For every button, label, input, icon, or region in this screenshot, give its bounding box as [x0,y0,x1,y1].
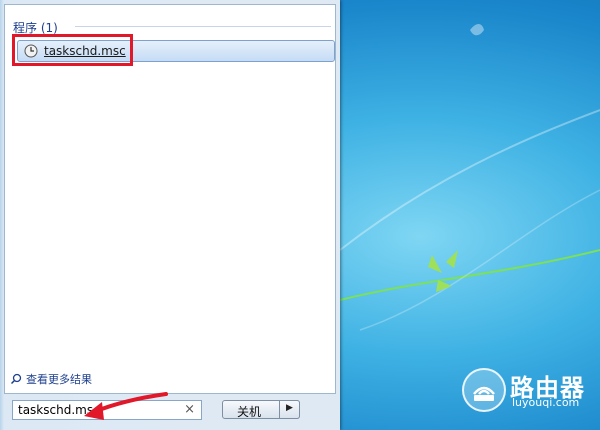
red-arrow-annotation [84,392,168,420]
group-divider [75,26,331,27]
see-more-results-link[interactable]: 查看更多结果 [10,371,92,387]
arrow-right-icon: ▶ [286,403,293,413]
router-logo-icon [462,368,506,412]
search-icon [10,373,22,385]
shutdown-label: 关机 [237,405,262,419]
red-highlight-box [12,34,133,66]
see-more-results-label: 查看更多结果 [26,373,92,386]
shutdown-options-button[interactable]: ▶ [279,400,300,419]
clear-search-button[interactable]: × [184,402,195,417]
start-menu: 程序 (1) taskschd.msc 查看更多结果 taskschd.msc … [0,0,340,430]
watermark-url: luyouqi.com [512,396,580,409]
